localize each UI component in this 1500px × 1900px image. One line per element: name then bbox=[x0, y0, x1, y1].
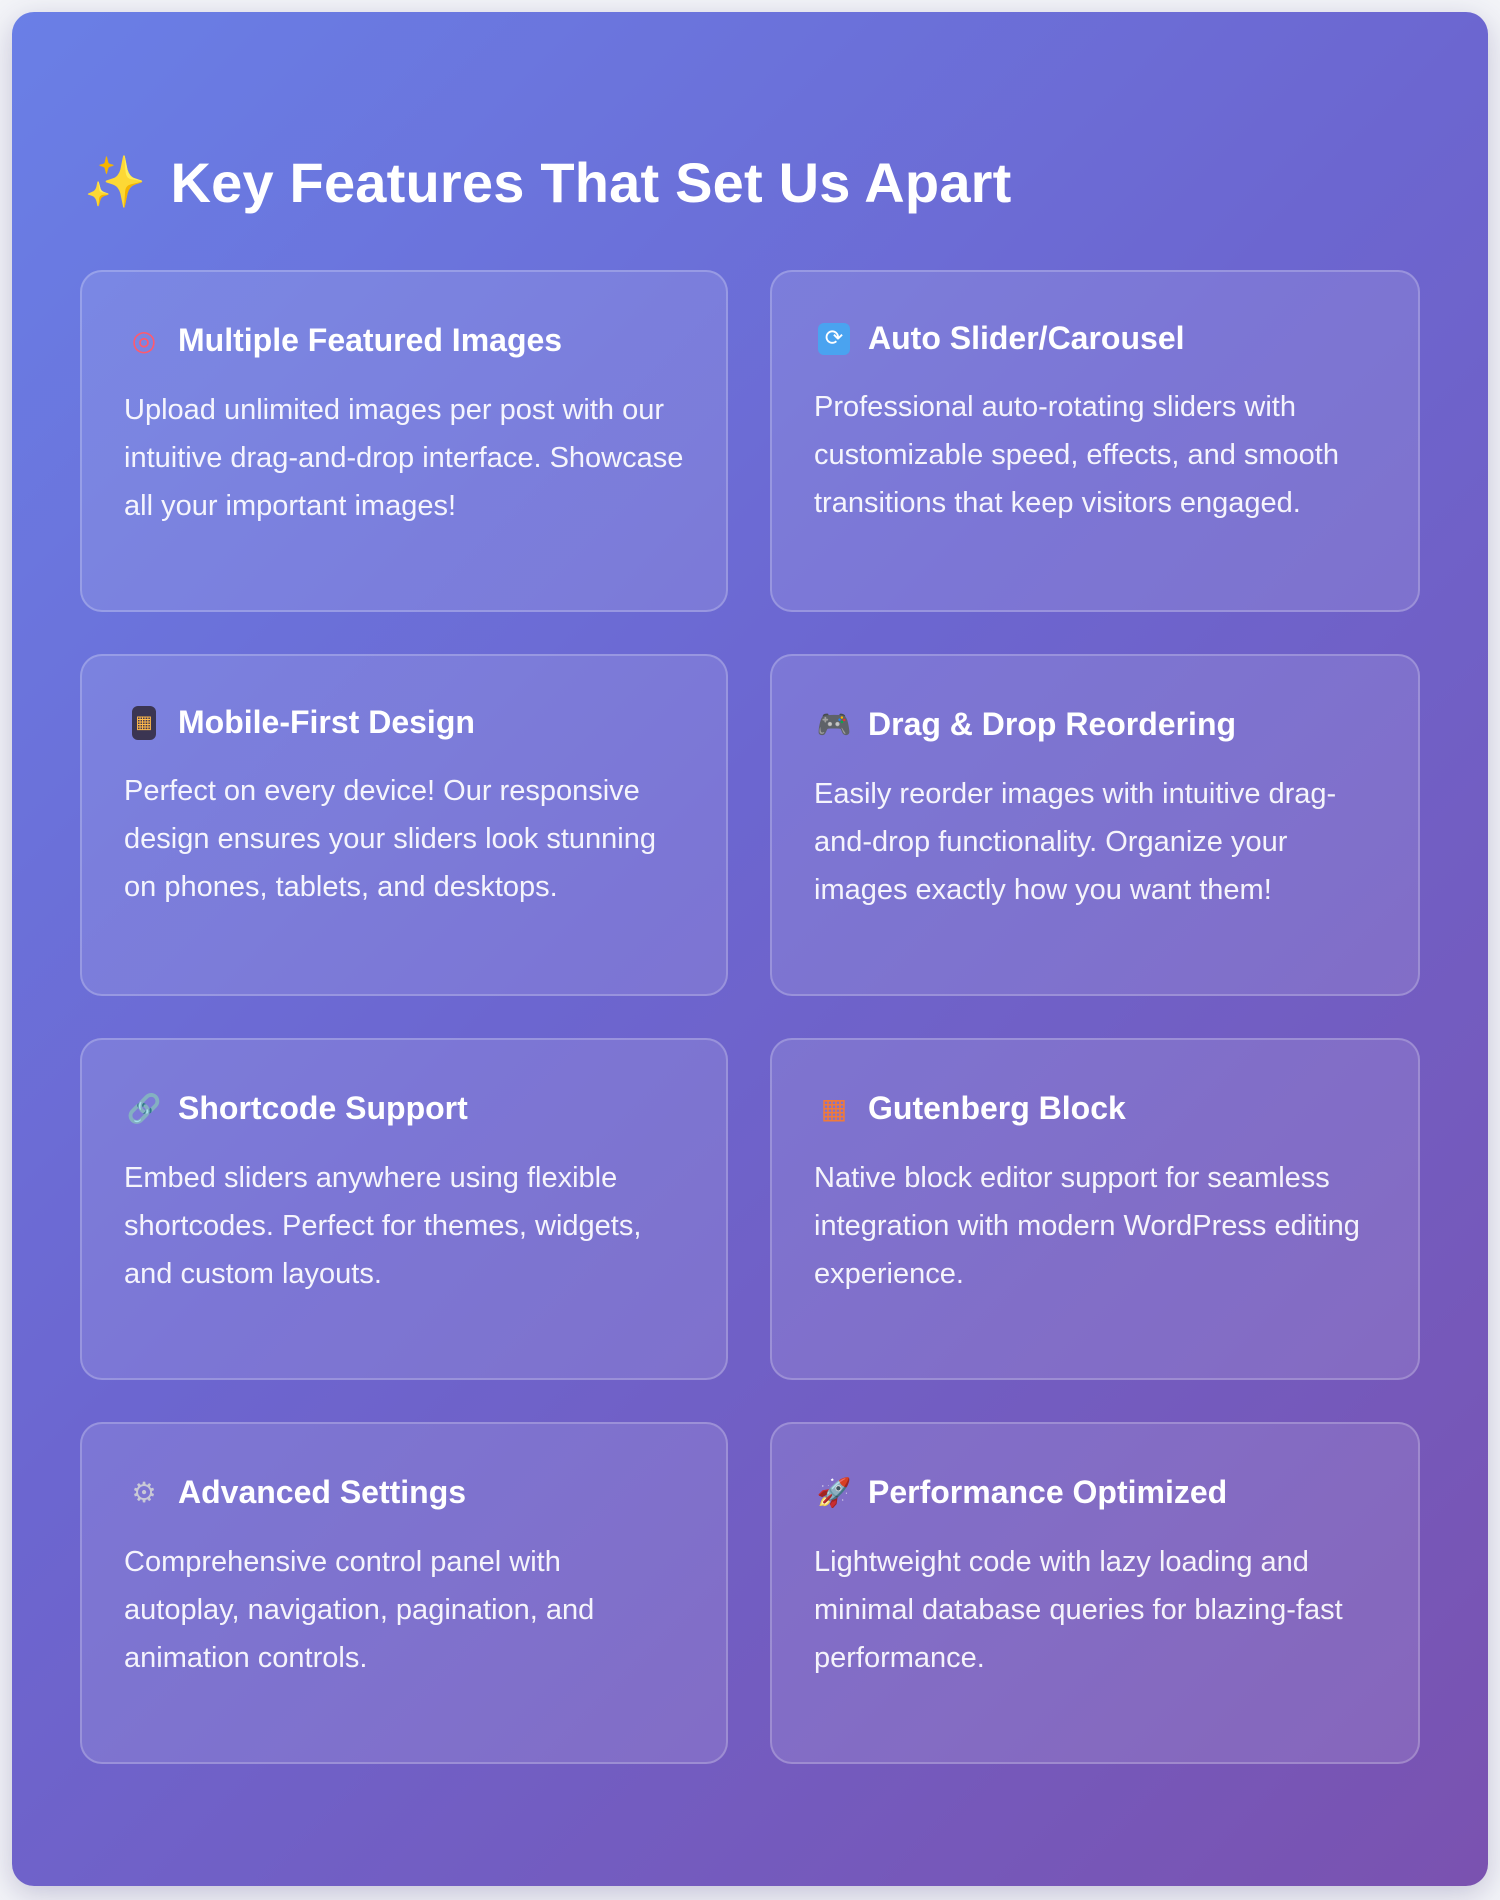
feature-card-shortcode-support: 🔗 Shortcode Support Embed sliders anywhe… bbox=[80, 1038, 728, 1380]
link-icon: 🔗 bbox=[126, 1091, 162, 1125]
feature-card-gutenberg-block: ▦ Gutenberg Block Native block editor su… bbox=[770, 1038, 1420, 1380]
feature-description: Easily reorder images with intuitive dra… bbox=[814, 778, 1337, 906]
feature-description: Professional auto-rotating sliders with … bbox=[814, 391, 1339, 519]
feature-title: Performance Optimized bbox=[868, 1473, 1228, 1510]
mobile-phone-icon: ▦ bbox=[132, 705, 156, 740]
feature-title: Mobile-First Design bbox=[178, 704, 475, 740]
page-title: ✨ Key Features That Set Us Apart bbox=[84, 150, 1012, 215]
feature-description: Embed sliders anywhere using flexible sh… bbox=[124, 1162, 642, 1290]
feature-description: Lightweight code with lazy loading and m… bbox=[814, 1546, 1343, 1674]
feature-description: Perfect on every device! Our responsive … bbox=[124, 775, 656, 903]
feature-card-performance-optimized: 🚀 Performance Optimized Lightweight code… bbox=[770, 1422, 1420, 1764]
features-grid: ◎ Multiple Featured Images Upload unlimi… bbox=[80, 270, 1420, 1764]
features-panel: ✨ Key Features That Set Us Apart ◎ Multi… bbox=[12, 12, 1488, 1886]
page-title-text: Key Features That Set Us Apart bbox=[170, 151, 1012, 214]
feature-title: Multiple Featured Images bbox=[178, 321, 563, 358]
gear-icon: ⚙ bbox=[131, 1475, 157, 1509]
feature-card-multiple-featured-images: ◎ Multiple Featured Images Upload unlimi… bbox=[80, 270, 728, 612]
feature-card-auto-slider: ⟳ Auto Slider/Carousel Professional auto… bbox=[770, 270, 1420, 612]
feature-title: Drag & Drop Reordering bbox=[868, 705, 1237, 742]
refresh-icon: ⟳ bbox=[818, 322, 850, 355]
feature-description: Comprehensive control panel with autopla… bbox=[124, 1546, 595, 1674]
brick-icon: ▦ bbox=[820, 1091, 848, 1125]
feature-description: Upload unlimited images per post with ou… bbox=[124, 394, 684, 522]
feature-card-mobile-first-design: ▦ Mobile-First Design Perfect on every d… bbox=[80, 654, 728, 996]
feature-title: Advanced Settings bbox=[178, 1473, 467, 1510]
game-controller-icon: 🎮 bbox=[816, 707, 852, 741]
feature-title: Gutenberg Block bbox=[868, 1089, 1126, 1126]
feature-card-drag-drop-reordering: 🎮 Drag & Drop Reordering Easily reorder … bbox=[770, 654, 1420, 996]
rocket-icon: 🚀 bbox=[816, 1475, 852, 1509]
feature-card-advanced-settings: ⚙ Advanced Settings Comprehensive contro… bbox=[80, 1422, 728, 1764]
feature-title: Auto Slider/Carousel bbox=[868, 320, 1185, 356]
feature-description: Native block editor support for seamless… bbox=[814, 1162, 1360, 1290]
feature-title: Shortcode Support bbox=[178, 1089, 468, 1126]
target-icon: ◎ bbox=[131, 323, 157, 357]
sparkles-icon: ✨ bbox=[84, 153, 147, 211]
